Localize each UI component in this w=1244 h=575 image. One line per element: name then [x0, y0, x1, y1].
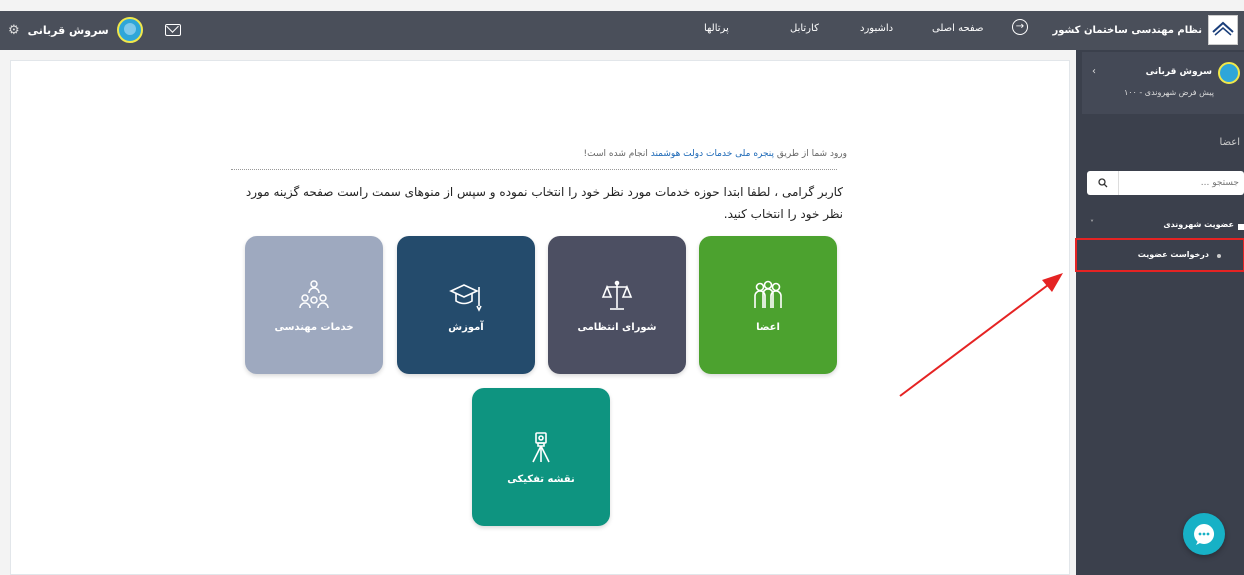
tile-label: اعضا — [756, 321, 780, 333]
top-username: سروش قربانی — [27, 23, 109, 37]
chevron-down-icon[interactable]: ˅ — [1090, 219, 1094, 228]
notice-link[interactable]: پنجره ملی خدمات دولت هوشمند — [651, 149, 774, 159]
logo-icon — [1208, 15, 1238, 45]
tile-separation-map[interactable]: نقشه تفکیکی — [472, 388, 610, 526]
brand[interactable]: نظام مهندسی ساختمان کشور — [1052, 14, 1238, 46]
tile-education[interactable]: آموزش — [397, 236, 535, 374]
gear-icon[interactable]: ⚙ — [8, 23, 20, 38]
profile-subtitle: پیش فرض شهروندی - ۱۰۰ — [1123, 88, 1214, 97]
chat-icon — [1194, 524, 1215, 545]
avatar — [1218, 62, 1240, 84]
instruction-text: کاربر گرامی ، لطفا ابتدا حوزه خدمات مورد… — [245, 185, 843, 221]
tile-label: نقشه تفکیکی — [507, 473, 575, 485]
chevron-left-icon[interactable]: ‹ — [1092, 66, 1096, 77]
tile-label: شورای انتظامی — [577, 321, 657, 333]
sidebar-item-citizen-membership[interactable]: عضویت شهروندی ˅ — [1076, 219, 1244, 236]
sidebar-item-label: درخواست عضویت — [1137, 250, 1209, 259]
divider — [231, 169, 837, 170]
sidebar-item-membership-request[interactable]: درخواست عضویت — [1075, 238, 1244, 272]
arrow-circle-icon[interactable]: → — [1012, 19, 1028, 35]
mail-icon[interactable] — [164, 24, 181, 36]
square-icon — [1238, 224, 1244, 230]
main-panel: ورود شما از طریق پنجره ملی خدمات دولت هو… — [10, 60, 1070, 575]
user-menu[interactable]: ⚙ سروش قربانی — [8, 15, 181, 45]
search-input[interactable] — [1121, 171, 1241, 195]
avatar[interactable] — [116, 17, 143, 43]
engineers-icon — [299, 279, 329, 308]
brand-title: نظام مهندسی ساختمان کشور — [1052, 24, 1202, 36]
tile-members[interactable]: اعضا — [699, 236, 837, 374]
notice-suffix: انجام شده است! — [583, 149, 651, 159]
nav-portals[interactable]: پرتالها — [704, 23, 729, 34]
notice-prefix: ورود شما از طریق — [774, 149, 847, 159]
login-notice: ورود شما از طریق پنجره ملی خدمات دولت هو… — [584, 149, 847, 159]
members-icon — [754, 280, 782, 308]
tile-engineering-services[interactable]: خدمات مهندسی — [245, 236, 383, 374]
surveyor-icon — [532, 431, 550, 462]
nav-cartable[interactable]: کارتابل — [790, 23, 819, 34]
top-navbar: نظام مهندسی ساختمان کشور → صفحه اصلی داش… — [0, 11, 1244, 50]
sidebar-item-label: عضویت شهروندی — [1163, 220, 1234, 229]
sidebar: سروش قربانی پیش فرض شهروندی - ۱۰۰ ‹ اعضا… — [1075, 50, 1244, 575]
nav-home[interactable]: صفحه اصلی — [932, 23, 983, 34]
tile-label: خدمات مهندسی — [274, 321, 354, 333]
scales-icon — [601, 280, 633, 310]
nav-dashboard[interactable]: داشبورد — [860, 23, 893, 34]
section-title: اعضا — [1219, 137, 1240, 148]
tile-label: آموزش — [448, 321, 484, 333]
tile-disciplinary-council[interactable]: شورای انتظامی — [548, 236, 686, 374]
search-icon[interactable] — [1087, 171, 1119, 195]
chat-button[interactable] — [1183, 513, 1225, 555]
search-box — [1087, 171, 1244, 195]
sidebar-profile[interactable]: سروش قربانی پیش فرض شهروندی - ۱۰۰ ‹ — [1082, 52, 1244, 114]
bullet-icon — [1217, 254, 1221, 258]
profile-name: سروش قربانی — [1145, 67, 1212, 77]
graduation-cap-icon — [449, 283, 482, 312]
